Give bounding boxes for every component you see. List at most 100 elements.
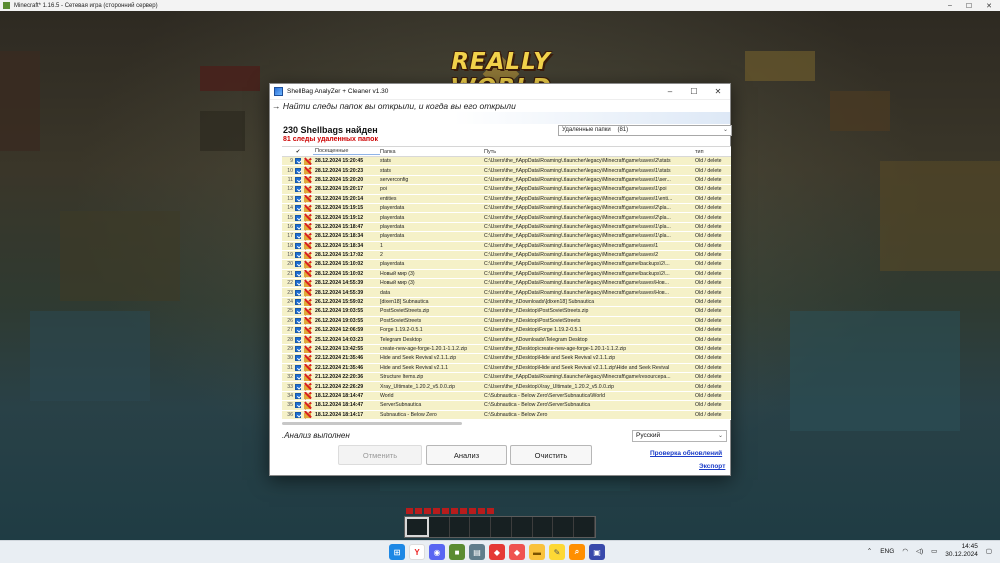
table-row[interactable]: 32 21.12.2024 22:20:36 Structure Items.zip… xyxy=(282,372,731,383)
row-checkbox[interactable] xyxy=(294,364,302,371)
row-checkbox[interactable] xyxy=(294,270,302,277)
row-checkbox[interactable] xyxy=(294,289,302,296)
notifications-icon[interactable]: ▢ xyxy=(986,547,992,555)
row-checkbox[interactable] xyxy=(294,158,302,165)
table-row[interactable]: 36 18.12.2024 18:14:17 Subnautica - Below … xyxy=(282,410,731,420)
yandex-browser-icon[interactable]: Y xyxy=(409,544,425,560)
search-icon[interactable]: ⌕ xyxy=(569,544,585,560)
table-row[interactable]: 24 26.12.2024 15:59:02 [dixen18] Subnautic… xyxy=(282,297,731,308)
table-row[interactable]: 15 28.12.2024 15:19:12 playerdata C:\Users\… xyxy=(282,213,731,223)
row-checkbox[interactable] xyxy=(294,186,302,193)
deleted-folder-icon xyxy=(302,355,313,362)
row-checkbox[interactable] xyxy=(294,167,302,174)
table-row[interactable]: 27 26.12.2024 12:06:59 Forge 1.19.2-0.5.1 C… xyxy=(282,326,731,336)
maximize-icon[interactable]: ☐ xyxy=(966,2,972,10)
table-row[interactable]: 9 28.12.2024 15:20:45 stats C:\Users\the_t\… xyxy=(282,157,731,167)
summary: 230 Shellbags найден 81 следы удаленных … xyxy=(270,124,732,146)
export-link[interactable]: Экспорт xyxy=(699,463,725,470)
header-folder[interactable]: Папка xyxy=(380,149,484,155)
table-row[interactable]: 28 25.12.2024 14:03:23 Telegram Desktop C:\… xyxy=(282,335,731,345)
horizontal-scrollbar[interactable] xyxy=(282,422,462,425)
row-checkbox[interactable] xyxy=(294,336,302,343)
cancel-button[interactable]: Отменить xyxy=(338,445,422,465)
table-row[interactable]: 14 28.12.2024 15:19:15 playerdata C:\Users\… xyxy=(282,203,731,214)
table-row[interactable]: 33 21.12.2024 22:26:29 Xray_Ultimate_1.20.… xyxy=(282,382,731,392)
row-checkbox[interactable] xyxy=(294,261,302,268)
row-checkbox[interactable] xyxy=(294,411,302,418)
row-checkbox[interactable] xyxy=(294,392,302,399)
row-checkbox[interactable] xyxy=(294,402,302,409)
row-checkbox[interactable] xyxy=(294,242,302,249)
check-updates-link[interactable]: Проверка обновлений xyxy=(650,450,722,457)
file-explorer-icon[interactable]: ▬ xyxy=(529,544,545,560)
filter-select[interactable]: Удаленные папки (81) ⌄ xyxy=(558,125,732,136)
table-row[interactable]: 25 26.12.2024 19:03:55 PostSovietStreets.z… xyxy=(282,307,731,317)
row-checkbox[interactable] xyxy=(294,327,302,334)
header-check[interactable]: ✔ xyxy=(294,149,302,155)
table-row[interactable]: 20 28.12.2024 15:10:02 playerdata C:\Users\… xyxy=(282,260,731,270)
row-checkbox[interactable] xyxy=(294,374,302,381)
header-visited[interactable]: Посещенные xyxy=(313,148,380,155)
table-row[interactable]: 21 28.12.2024 15:10:02 Новый мир (3) C:\Use… xyxy=(282,269,731,280)
maximize-button[interactable]: ☐ xyxy=(682,87,706,96)
minecraft-icon[interactable]: ■ xyxy=(449,544,465,560)
table-row[interactable]: 19 28.12.2024 15:17:02 2 C:\Users\the_t\App… xyxy=(282,250,731,261)
row-path: C:\Users\the_t\AppData\Roaming\.tlaunche… xyxy=(484,176,671,183)
clock[interactable]: 14:45 30.12.2024 xyxy=(945,543,978,559)
header-type[interactable]: тип xyxy=(692,149,726,155)
close-button[interactable]: ✕ xyxy=(706,87,730,96)
table-row[interactable]: 13 28.12.2024 15:20:14 entities C:\Users\th… xyxy=(282,194,731,204)
image-viewer-icon[interactable]: ▣ xyxy=(589,544,605,560)
minimize-button[interactable]: – xyxy=(658,87,682,96)
language-select[interactable]: Русский ⌄ xyxy=(632,430,727,442)
row-checkbox[interactable] xyxy=(294,252,302,259)
battery-icon[interactable]: ▭ xyxy=(931,547,937,555)
windows-start-icon[interactable]: ⊞ xyxy=(389,544,405,560)
header-path[interactable]: Путь xyxy=(484,149,692,155)
row-checkbox[interactable] xyxy=(294,308,302,315)
table-row[interactable]: 16 28.12.2024 15:18:47 playerdata C:\Users\… xyxy=(282,222,731,233)
archive-icon[interactable]: ▤ xyxy=(469,544,485,560)
speaker-icon[interactable]: ◁) xyxy=(916,547,923,555)
language-indicator[interactable]: ENG xyxy=(880,548,894,555)
row-checkbox[interactable] xyxy=(294,205,302,212)
analyze-button[interactable]: Анализ xyxy=(426,445,507,465)
table-row[interactable]: 26 26.12.2024 19:03:55 PostSovietStreets C:… xyxy=(282,316,731,327)
table-row[interactable]: 23 28.12.2024 14:55:39 data C:\Users\the_t\… xyxy=(282,288,731,298)
row-checkbox[interactable] xyxy=(294,195,302,202)
table-row[interactable]: 31 22.12.2024 21:35:46 Hide and Seek Reviv… xyxy=(282,363,731,373)
row-checkbox[interactable] xyxy=(294,223,302,230)
row-checkbox[interactable] xyxy=(294,355,302,362)
row-checkbox[interactable] xyxy=(294,299,302,306)
table-row[interactable]: 10 28.12.2024 15:20:23 stats C:\Users\the_t… xyxy=(282,166,731,176)
close-icon[interactable]: ✕ xyxy=(986,2,992,10)
row-checkbox[interactable] xyxy=(294,280,302,287)
notes-icon[interactable]: ✎ xyxy=(549,544,565,560)
table-row[interactable]: 11 28.12.2024 15:20:20 serverconfig C:\User… xyxy=(282,175,731,186)
row-checkbox[interactable] xyxy=(294,176,302,183)
table-row[interactable]: 35 18.12.2024 18:14:47 ServerSubnautica C:\… xyxy=(282,401,731,411)
row-checkbox[interactable] xyxy=(294,317,302,324)
table-row[interactable]: 12 28.12.2024 15:20:17 poi C:\Users\the_t\A… xyxy=(282,185,731,195)
row-visited: 28.12.2024 15:20:23 xyxy=(315,167,364,174)
clean-button[interactable]: Очистить xyxy=(510,445,592,465)
wifi-icon[interactable]: ◠ xyxy=(902,547,908,555)
row-checkbox[interactable] xyxy=(294,214,302,221)
table-row[interactable]: 22 28.12.2024 14:55:39 Новый мир (3) C:\Use… xyxy=(282,279,731,289)
anydesk-icon[interactable]: ◆ xyxy=(489,544,505,560)
table-row[interactable]: 30 22.12.2024 21:35:46 Hide and Seek Reviv… xyxy=(282,354,731,364)
table-row[interactable]: 29 24.12.2024 13:42:55 create-new-age-forg… xyxy=(282,344,731,355)
table-row[interactable]: 18 28.12.2024 15:18:34 1 C:\Users\the_t\App… xyxy=(282,241,731,251)
row-checkbox[interactable] xyxy=(294,233,302,240)
table-row[interactable]: 17 28.12.2024 15:18:34 playerdata C:\Users\… xyxy=(282,232,731,242)
table-row[interactable]: 34 18.12.2024 18:14:47 World C:\Subnautica … xyxy=(282,391,731,402)
row-checkbox[interactable] xyxy=(294,346,302,352)
row-path: C:\Users\the_t\Desktop\Forge 1.19.2-0.5.… xyxy=(484,327,582,334)
row-path: C:\Users\the_t\AppData\Roaming\.tlaunche… xyxy=(484,289,669,296)
minimize-icon[interactable]: – xyxy=(948,2,952,10)
row-checkbox[interactable] xyxy=(294,383,302,390)
row-path: C:\Users\the_t\Downloads\[dixen18] Subna… xyxy=(484,299,595,306)
discord-icon[interactable]: ◉ xyxy=(429,544,445,560)
anydesk-icon-2[interactable]: ◆ xyxy=(509,544,525,560)
chevron-up-icon[interactable]: ⌃ xyxy=(867,547,872,555)
